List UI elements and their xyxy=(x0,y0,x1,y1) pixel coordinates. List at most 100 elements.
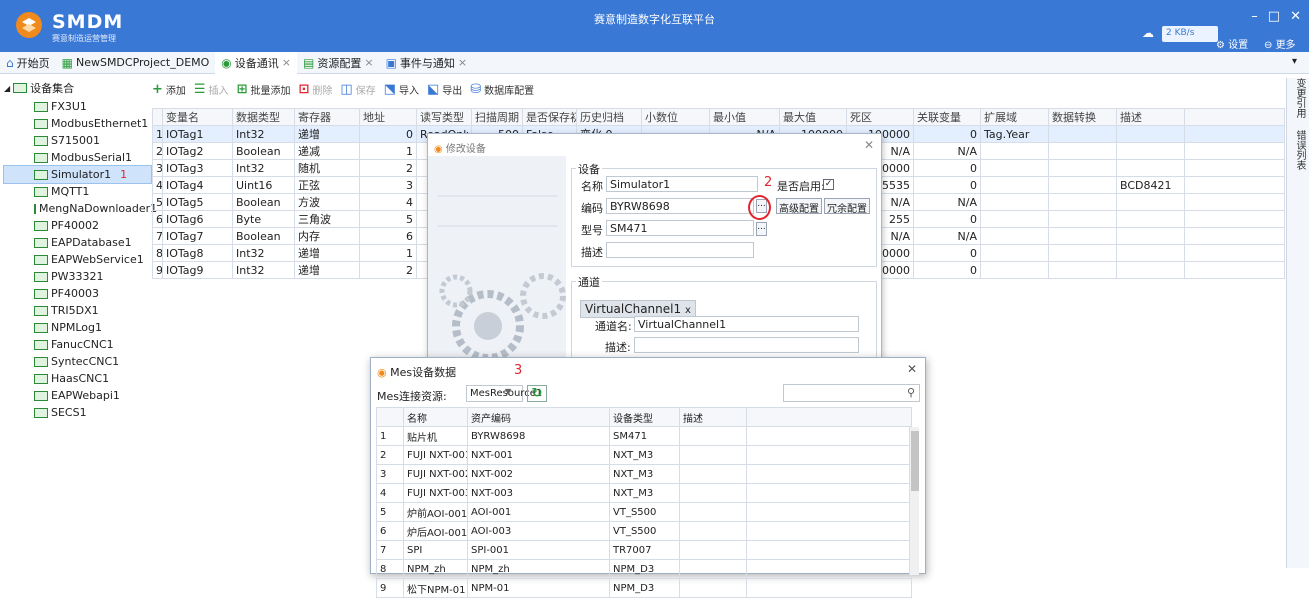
table-cell[interactable]: 三角波 xyxy=(294,210,360,228)
table-cell[interactable]: NXT-003 xyxy=(467,483,610,503)
table-cell[interactable]: NPM_D3 xyxy=(609,578,680,598)
table-cell[interactable] xyxy=(679,559,747,579)
table-cell[interactable]: NXT_M3 xyxy=(609,445,680,465)
table-cell[interactable]: Int32 xyxy=(232,244,295,262)
table-cell[interactable] xyxy=(746,540,912,560)
column-header[interactable]: 是否保存初值 xyxy=(522,108,577,126)
table-cell[interactable]: VT_S500 xyxy=(609,502,680,522)
table-cell[interactable] xyxy=(679,464,747,484)
tree-item[interactable]: FX3U1 xyxy=(4,98,151,115)
table-cell[interactable] xyxy=(746,426,912,446)
table-cell[interactable]: 随机 xyxy=(294,159,360,177)
table-cell[interactable] xyxy=(1116,244,1185,262)
table-cell[interactable]: 方波 xyxy=(294,193,360,211)
tree-item[interactable]: HaasCNC1 xyxy=(4,370,151,387)
channel-name-field[interactable]: VirtualChannel1 xyxy=(634,316,859,332)
table-cell[interactable]: 松下NPM-01 xyxy=(403,578,468,598)
table-cell[interactable]: 1 xyxy=(152,125,163,143)
table-cell[interactable]: Int32 xyxy=(232,125,295,143)
table-cell[interactable]: IOTag9 xyxy=(162,261,233,279)
table-cell[interactable]: 递增 xyxy=(294,244,360,262)
more-link[interactable]: ⊖ 更多 xyxy=(1264,36,1296,51)
table-cell[interactable] xyxy=(980,244,1049,262)
tree-root[interactable]: ◢ 设备集合 xyxy=(4,78,151,98)
table-cell[interactable] xyxy=(1048,125,1117,143)
collapse-icon[interactable]: ◢ xyxy=(4,84,10,93)
table-cell[interactable]: Int32 xyxy=(232,261,295,279)
column-header[interactable]: 寄存器 xyxy=(294,108,360,126)
table-cell[interactable]: IOTag3 xyxy=(162,159,233,177)
table-cell[interactable]: IOTag8 xyxy=(162,244,233,262)
delete-button[interactable]: ⊡ 删除 xyxy=(298,82,332,97)
column-header[interactable]: 名称 xyxy=(403,407,468,427)
table-cell[interactable]: N/A xyxy=(913,142,981,160)
table-cell[interactable]: IOTag2 xyxy=(162,142,233,160)
close-tab-icon[interactable]: × xyxy=(458,56,467,69)
import-button[interactable]: ⬔ 导入 xyxy=(384,82,419,97)
table-cell[interactable] xyxy=(1048,142,1117,160)
table-cell[interactable] xyxy=(746,559,912,579)
search-icon[interactable]: ⚲ xyxy=(907,386,915,399)
table-cell[interactable]: 贴片机 xyxy=(403,426,468,446)
table-cell[interactable]: 5 xyxy=(376,502,404,522)
close-icon[interactable]: ✕ xyxy=(1290,9,1301,24)
table-cell[interactable] xyxy=(1116,261,1185,279)
tree-item[interactable]: MQTT1 xyxy=(4,183,151,200)
table-cell[interactable] xyxy=(1184,261,1285,279)
table-cell[interactable] xyxy=(1184,142,1285,160)
table-cell[interactable] xyxy=(1048,210,1117,228)
search-input[interactable]: ⚲ xyxy=(783,384,920,402)
table-cell[interactable] xyxy=(1116,142,1185,160)
table-cell[interactable]: NXT_M3 xyxy=(609,483,680,503)
column-header[interactable]: 资产编码 xyxy=(467,407,610,427)
table-cell[interactable]: NXT-001 xyxy=(467,445,610,465)
table-cell[interactable] xyxy=(1048,176,1117,194)
batch-add-button[interactable]: ⊞ 批量添加 xyxy=(237,82,291,97)
tree-item[interactable]: PF40003 xyxy=(4,285,151,302)
model-field[interactable]: SM471 xyxy=(606,220,754,236)
tree-item[interactable]: EAPWebService1 xyxy=(4,251,151,268)
table-cell[interactable]: 0 xyxy=(359,125,417,143)
table-cell[interactable] xyxy=(1116,210,1185,228)
table-cell[interactable]: Byte xyxy=(232,210,295,228)
table-cell[interactable]: SPI xyxy=(403,540,468,560)
table-cell[interactable] xyxy=(746,578,912,598)
table-cell[interactable] xyxy=(1116,125,1185,143)
network-icon[interactable]: ☁ xyxy=(1142,26,1154,40)
table-cell[interactable]: IOTag7 xyxy=(162,227,233,245)
column-header[interactable]: 地址 xyxy=(359,108,417,126)
table-row[interactable]: 4 FUJI NXT-003 NXT-003 NXT_M3 xyxy=(376,483,912,503)
table-cell[interactable]: NXT-002 xyxy=(467,464,610,484)
tree-item[interactable]: SyntecCNC1 xyxy=(4,353,151,370)
tree-item[interactable]: Simulator1 1 xyxy=(3,165,152,184)
table-cell[interactable]: 内存 xyxy=(294,227,360,245)
channel-desc-field[interactable] xyxy=(634,337,859,353)
table-cell[interactable]: IOTag1 xyxy=(162,125,233,143)
tree-item[interactable]: EAPDatabase1 xyxy=(4,234,151,251)
save-button[interactable]: ◫ 保存 xyxy=(340,82,375,97)
table-cell[interactable]: NPM_zh xyxy=(403,559,468,579)
table-cell[interactable]: 0 xyxy=(913,261,981,279)
table-cell[interactable] xyxy=(1184,193,1285,211)
table-cell[interactable] xyxy=(980,261,1049,279)
table-cell[interactable]: NPM_D3 xyxy=(609,559,680,579)
table-cell[interactable] xyxy=(1048,159,1117,177)
table-cell[interactable] xyxy=(980,227,1049,245)
table-cell[interactable]: 5 xyxy=(152,193,163,211)
insert-button[interactable]: ☰ 插入 xyxy=(194,82,229,97)
table-cell[interactable]: 2 xyxy=(359,261,417,279)
tab-project[interactable]: ▦ NewSMDCProject_DEMO xyxy=(56,52,216,74)
table-cell[interactable] xyxy=(980,159,1049,177)
close-icon[interactable]: ✕ xyxy=(864,138,874,152)
maximize-icon[interactable]: □ xyxy=(1268,9,1280,24)
table-cell[interactable]: 4 xyxy=(152,176,163,194)
table-cell[interactable]: 0 xyxy=(913,176,981,194)
tab-events[interactable]: ▣ 事件与通知 × xyxy=(380,52,474,74)
column-header[interactable]: 历史归档 xyxy=(576,108,642,126)
table-cell[interactable]: 2 xyxy=(376,445,404,465)
table-cell[interactable]: Int32 xyxy=(232,159,295,177)
code-field[interactable]: BYRW8698 xyxy=(606,198,754,214)
add-button[interactable]: + 添加 xyxy=(152,82,186,97)
model-browse-button[interactable]: ... xyxy=(756,222,767,236)
table-cell[interactable]: 炉前AOI-001 xyxy=(403,502,468,522)
